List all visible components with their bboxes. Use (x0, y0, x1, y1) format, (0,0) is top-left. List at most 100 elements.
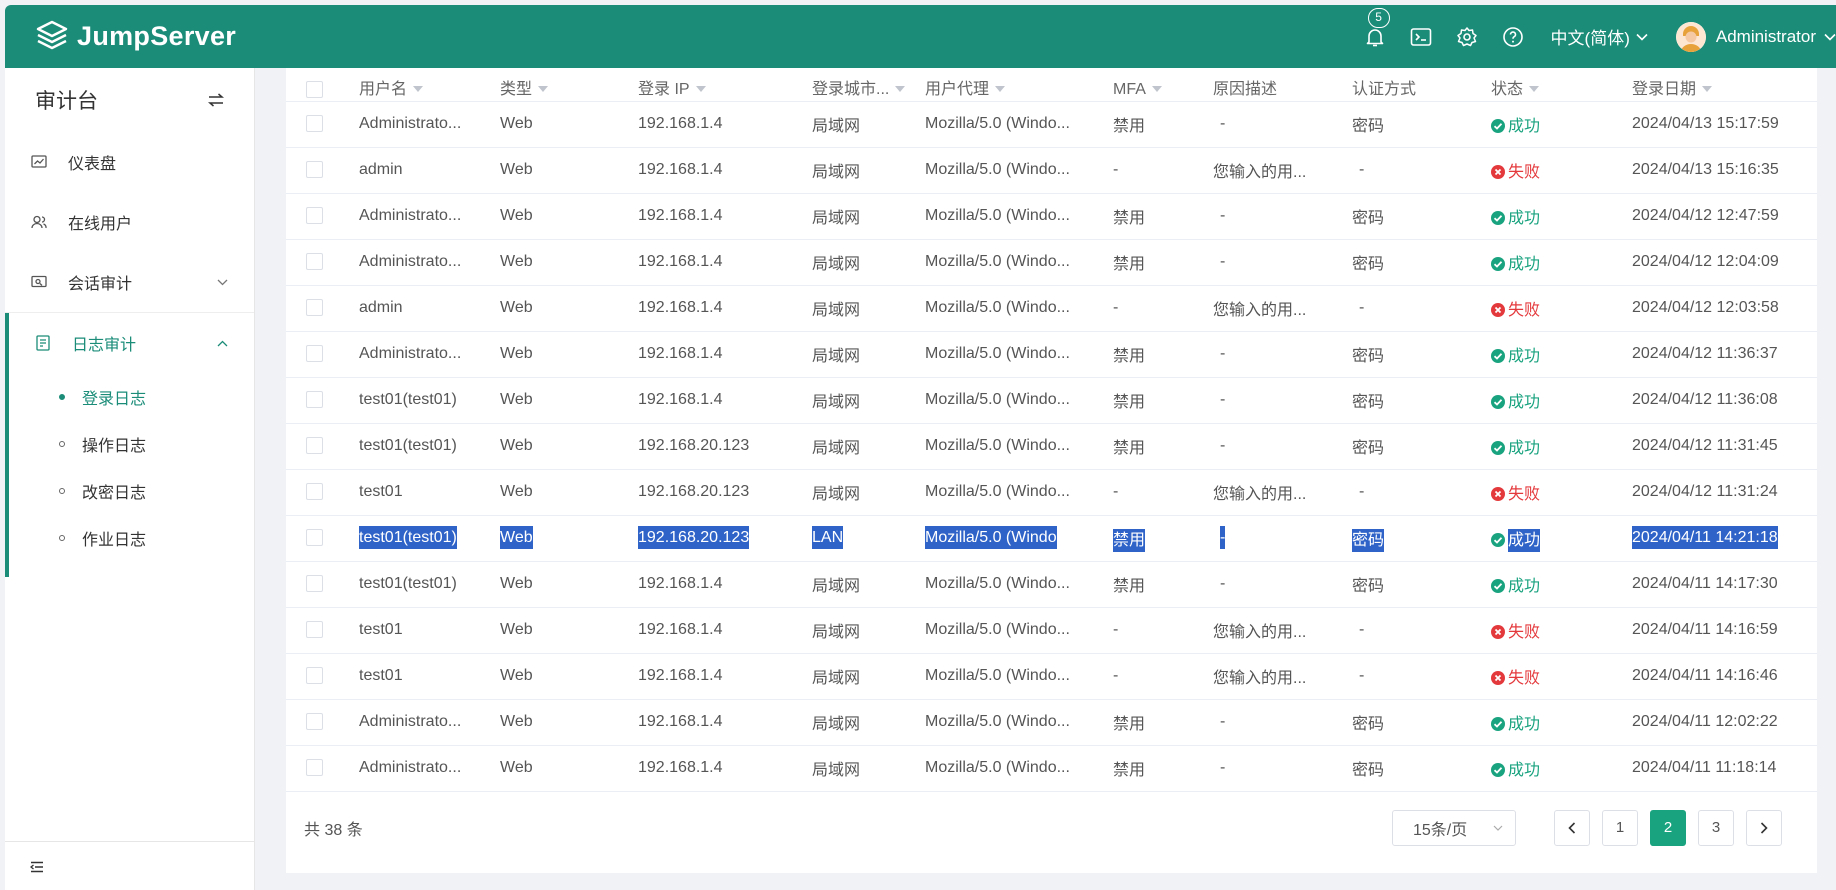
logo[interactable]: JumpServer (35, 20, 236, 54)
table-row[interactable]: Administrato... Web 192.168.1.4 局域网 Mozilla/… (286, 101, 1817, 148)
cell-text: 您输入的用... (1213, 670, 1307, 687)
row-checkbox[interactable] (306, 483, 323, 501)
table-row[interactable]: test01(test01) Web 192.168.1.4 局域网 Mozilla/5… (286, 377, 1817, 424)
row-checkbox[interactable] (306, 759, 323, 777)
sidebar-item-label: 仪表盘 (68, 156, 117, 173)
cell-ua: Mozilla/5.0 (Windo... (925, 331, 1113, 378)
table-row[interactable]: test01(test01) Web 192.168.20.123 LAN Mozill… (286, 515, 1817, 562)
cell-text: 2024/04/11 12:02:22 (1632, 713, 1778, 730)
success-check-icon (1491, 349, 1505, 363)
cell-mfa: 禁用 (1113, 239, 1213, 286)
row-checkbox[interactable] (306, 529, 323, 547)
sidebar-subitem-job-log[interactable]: 作业日志 (5, 514, 254, 561)
column-header[interactable]: 用户名 (359, 68, 500, 102)
success-check-icon (1491, 441, 1505, 455)
cell-date: 2024/04/12 11:31:24 (1632, 469, 1817, 516)
cell-city: 局域网 (812, 607, 925, 654)
sort-caret-icon[interactable] (995, 86, 1006, 93)
status-badge: 成功 (1491, 529, 1541, 552)
help-icon[interactable] (1501, 25, 1525, 49)
collapse-sidebar-icon[interactable] (29, 860, 44, 878)
cell-mfa: 禁用 (1113, 193, 1213, 240)
sidebar-item-session-audit[interactable]: 会话审计 (5, 252, 254, 312)
table-row[interactable]: Administrato... Web 192.168.1.4 局域网 Mozilla/… (286, 699, 1817, 746)
settings-gear-icon[interactable] (1455, 25, 1479, 49)
row-checkbox[interactable] (306, 667, 323, 685)
cell-text: admin (359, 161, 403, 178)
sidebar-subitem-operate-log[interactable]: 操作日志 (5, 420, 254, 467)
column-header[interactable]: 登录 IP (638, 68, 812, 102)
status-text: 成功 (1508, 762, 1541, 779)
sort-caret-icon[interactable] (695, 86, 706, 93)
cell-user: Administrato... (359, 101, 500, 148)
cell-text: 192.168.1.4 (638, 299, 723, 316)
sort-caret-icon[interactable] (1151, 86, 1162, 93)
row-checkbox[interactable] (306, 345, 323, 363)
column-header[interactable]: 状态 (1491, 68, 1632, 102)
cell-text: Administrato... (359, 345, 462, 362)
table-row[interactable]: test01(test01) Web 192.168.1.4 局域网 Mozilla/5… (286, 561, 1817, 608)
table-header-row: 用户名 类型 登录 IP 登录城市... 用户代理 MFA 原因描述 认证方式 … (286, 68, 1817, 102)
cell-text: 您输入的用... (1213, 164, 1307, 181)
table-row[interactable]: Administrato... Web 192.168.1.4 局域网 Mozilla/… (286, 745, 1817, 792)
row-checkbox[interactable] (306, 391, 323, 409)
cell-text: Mozilla/5.0 (Windo... (925, 575, 1070, 592)
sidebar-item-online-users[interactable]: 在线用户 (5, 192, 254, 252)
table-row[interactable]: admin Web 192.168.1.4 局域网 Mozilla/5.0 (Windo… (286, 285, 1817, 332)
row-checkbox[interactable] (306, 437, 323, 455)
table-row[interactable]: Administrato... Web 192.168.1.4 局域网 Mozilla/… (286, 193, 1817, 240)
cell-reason: - (1213, 423, 1352, 470)
sort-caret-icon[interactable] (1529, 86, 1540, 93)
status-badge: 失败 (1491, 624, 1540, 641)
sort-caret-icon[interactable] (538, 86, 549, 93)
table-row[interactable]: test01 Web 192.168.20.123 局域网 Mozilla/5.0 (W… (286, 469, 1817, 516)
prev-page-button[interactable] (1554, 809, 1590, 846)
switch-view-icon[interactable] (208, 93, 224, 107)
page-button-2[interactable]: 2 (1650, 809, 1686, 846)
row-checkbox[interactable] (306, 207, 323, 225)
row-checkbox[interactable] (306, 115, 323, 133)
sidebar-subitem-password-change-log[interactable]: 改密日志 (5, 467, 254, 514)
cell-city: 局域网 (812, 699, 925, 746)
status-text: 失败 (1508, 624, 1541, 641)
table-row[interactable]: test01 Web 192.168.1.4 局域网 Mozilla/5.0 (Wind… (286, 607, 1817, 654)
sort-caret-icon[interactable] (413, 86, 424, 93)
table-row[interactable]: test01 Web 192.168.1.4 局域网 Mozilla/5.0 (Wind… (286, 653, 1817, 700)
next-page-button[interactable] (1746, 809, 1782, 846)
column-header[interactable]: 登录城市... (812, 68, 925, 102)
status-badge: 失败 (1491, 670, 1540, 687)
row-checkbox[interactable] (306, 621, 323, 639)
row-checkbox[interactable] (306, 299, 323, 317)
language-selector[interactable]: 中文(简体) (1551, 24, 1648, 49)
terminal-icon[interactable] (1409, 25, 1433, 49)
row-checkbox[interactable] (306, 713, 323, 731)
table-row[interactable]: admin Web 192.168.1.4 局域网 Mozilla/5.0 (Windo… (286, 147, 1817, 194)
page-button-3[interactable]: 3 (1698, 809, 1734, 846)
success-check-icon (1491, 763, 1505, 777)
table-row[interactable]: Administrato... Web 192.168.1.4 局域网 Mozilla/… (286, 331, 1817, 378)
column-header[interactable]: 用户代理 (925, 68, 1113, 102)
sort-caret-icon[interactable] (895, 86, 906, 93)
page-size-select[interactable]: 15条/页 (1392, 809, 1516, 846)
sidebar-item-dashboard[interactable]: 仪表盘 (5, 132, 254, 192)
notification-bell-icon[interactable]: 5 (1363, 7, 1390, 49)
cell-status: 失败 (1491, 147, 1632, 194)
column-header[interactable]: 类型 (500, 68, 638, 102)
column-header[interactable]: MFA (1113, 68, 1213, 102)
row-checkbox[interactable] (306, 253, 323, 271)
cell-city: 局域网 (812, 561, 925, 608)
column-header[interactable]: 登录日期 (1632, 68, 1817, 102)
status-badge: 成功 (1491, 256, 1540, 273)
table-row[interactable]: test01(test01) Web 192.168.20.123 局域网 Mozill… (286, 423, 1817, 470)
select-all-checkbox[interactable] (306, 80, 323, 98)
sort-caret-icon[interactable] (1702, 86, 1713, 93)
cell-text: 192.168.1.4 (638, 667, 723, 684)
sidebar-subitem-login-log[interactable]: 登录日志 (5, 373, 254, 420)
row-checkbox[interactable] (306, 161, 323, 179)
row-checkbox[interactable] (306, 575, 323, 593)
page-button-1[interactable]: 1 (1602, 809, 1638, 846)
user-menu[interactable]: Administrator (1675, 21, 1836, 52)
sidebar-item-log-audit[interactable]: 日志审计 (5, 313, 254, 373)
table-row[interactable]: Administrato... Web 192.168.1.4 局域网 Mozilla/… (286, 239, 1817, 286)
chevron-right-icon (1760, 821, 1768, 834)
